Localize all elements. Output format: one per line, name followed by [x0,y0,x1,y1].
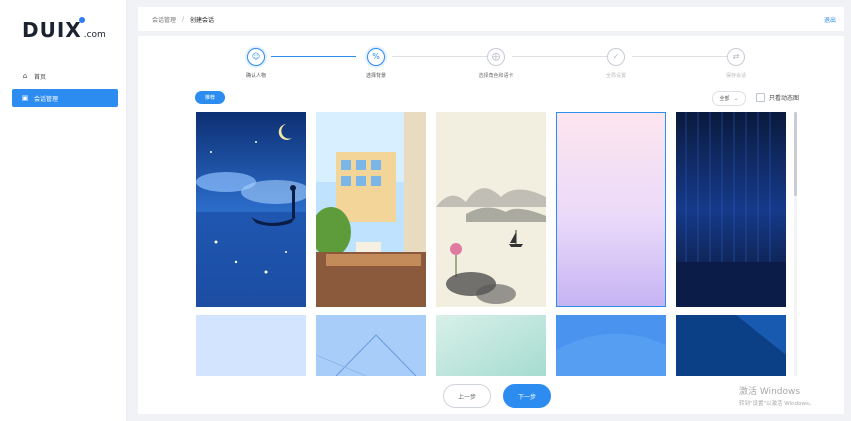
gallery-tile-blue-curtain[interactable] [676,112,786,307]
header: 会话管理 / 创建会话 退出 [138,7,844,31]
gallery-tile-blue-wave[interactable] [556,315,666,376]
breadcrumb-parent[interactable]: 会话管理 [152,15,176,24]
logo-text: DUI [22,18,66,42]
step-label: 确认人物 [245,73,266,79]
step-label: 选择背景 [365,73,386,79]
classroom-window-image [316,112,426,307]
main-panel: ☺ 确认人物 % 选择背景 ⨁ 选择角色和语卡 ✓ 全局设置 ⇄ 保存会话 推荐… [138,36,844,414]
gallery-tile-pink-purple[interactable] [556,112,666,307]
gallery-tile-mint[interactable] [436,315,546,376]
dynamic-only-checkbox[interactable] [756,93,765,102]
home-icon: ⌂ [22,72,28,80]
background-gallery [196,112,796,376]
gallery-tile-dark-blue[interactable] [676,315,786,376]
sidebar-item-home[interactable]: ⌂ 首页 [12,67,118,85]
logout-link[interactable]: 退出 [824,15,836,24]
dynamic-only-toggle[interactable]: 只看动态图 [756,93,799,102]
step-label: 全局设置 [605,73,626,79]
step-global-settings: ✓ 全局设置 [581,48,651,79]
brand-logo: DUI X .com [22,17,106,42]
gallery-tile-light-blue[interactable] [196,315,306,376]
sidebar-item-session-management[interactable]: ▣ 会话管理 [12,89,118,107]
step-choose-role: ⨁ 选择角色和语卡 [461,48,531,79]
step-label: 选择角色和语卡 [478,73,514,79]
blue-wave-image [556,315,666,376]
gallery-tile-classroom[interactable] [316,112,426,307]
card-icon: ⨁ [487,48,505,66]
mint-gradient-image [436,315,546,376]
watermark-title: 激活 Windows [739,387,801,397]
step-progress: ☺ 确认人物 % 选择背景 ⨁ 选择角色和语卡 ✓ 全局设置 ⇄ 保存会话 [138,48,844,88]
step-save-session: ⇄ 保存会话 [701,48,771,79]
dark-blue-image [676,315,786,376]
image-icon: % [367,48,385,66]
breadcrumb-current: 创建会话 [190,16,215,24]
category-select[interactable]: 全部 ⌄ [712,91,746,106]
chevron-down-icon: ⌄ [733,95,739,102]
gallery-tile-blue-geometric[interactable] [316,315,426,376]
ink-landscape-image [436,112,546,307]
prev-step-button[interactable]: 上一步 [443,384,491,408]
logo-suffix: .com [83,30,106,40]
step-choose-background: % 选择背景 [341,48,411,79]
blue-curtain-stage-image [676,112,786,307]
gallery-tile-night-lake[interactable] [196,112,306,307]
gallery-tile-ink-landscape[interactable] [436,112,546,307]
step-confirm-person: ☺ 确认人物 [221,48,291,79]
sidebar-item-label: 首页 [34,73,47,81]
night-lake-boat-image [196,112,306,307]
person-icon: ☺ [247,48,265,66]
category-select-value: 全部 [719,96,730,102]
light-blue-image [196,315,306,376]
dynamic-only-label: 只看动态图 [769,95,800,102]
save-icon: ⇄ [727,48,745,66]
blue-geometric-image [316,315,426,376]
breadcrumb-separator: / [182,15,185,23]
next-step-button[interactable]: 下一步 [503,384,551,408]
step-label: 保存会话 [725,73,746,79]
activation-watermark: 激活 Windows 转到"设置"以激活 Windows。 [739,384,814,407]
watermark-subtitle: 转到"设置"以激活 Windows。 [739,401,815,407]
session-icon: ▣ [21,94,29,102]
logo-x: X [65,17,86,42]
check-icon: ✓ [607,48,625,66]
recommended-tag-button[interactable]: 推荐 [195,91,225,104]
sidebar: DUI X .com ⌂ 首页 ▣ 会话管理 [0,0,127,421]
gallery-scrollbar[interactable] [794,112,797,376]
pink-purple-gradient-image [556,112,666,307]
sidebar-item-label: 会话管理 [34,95,59,103]
scrollbar-thumb[interactable] [794,112,797,196]
